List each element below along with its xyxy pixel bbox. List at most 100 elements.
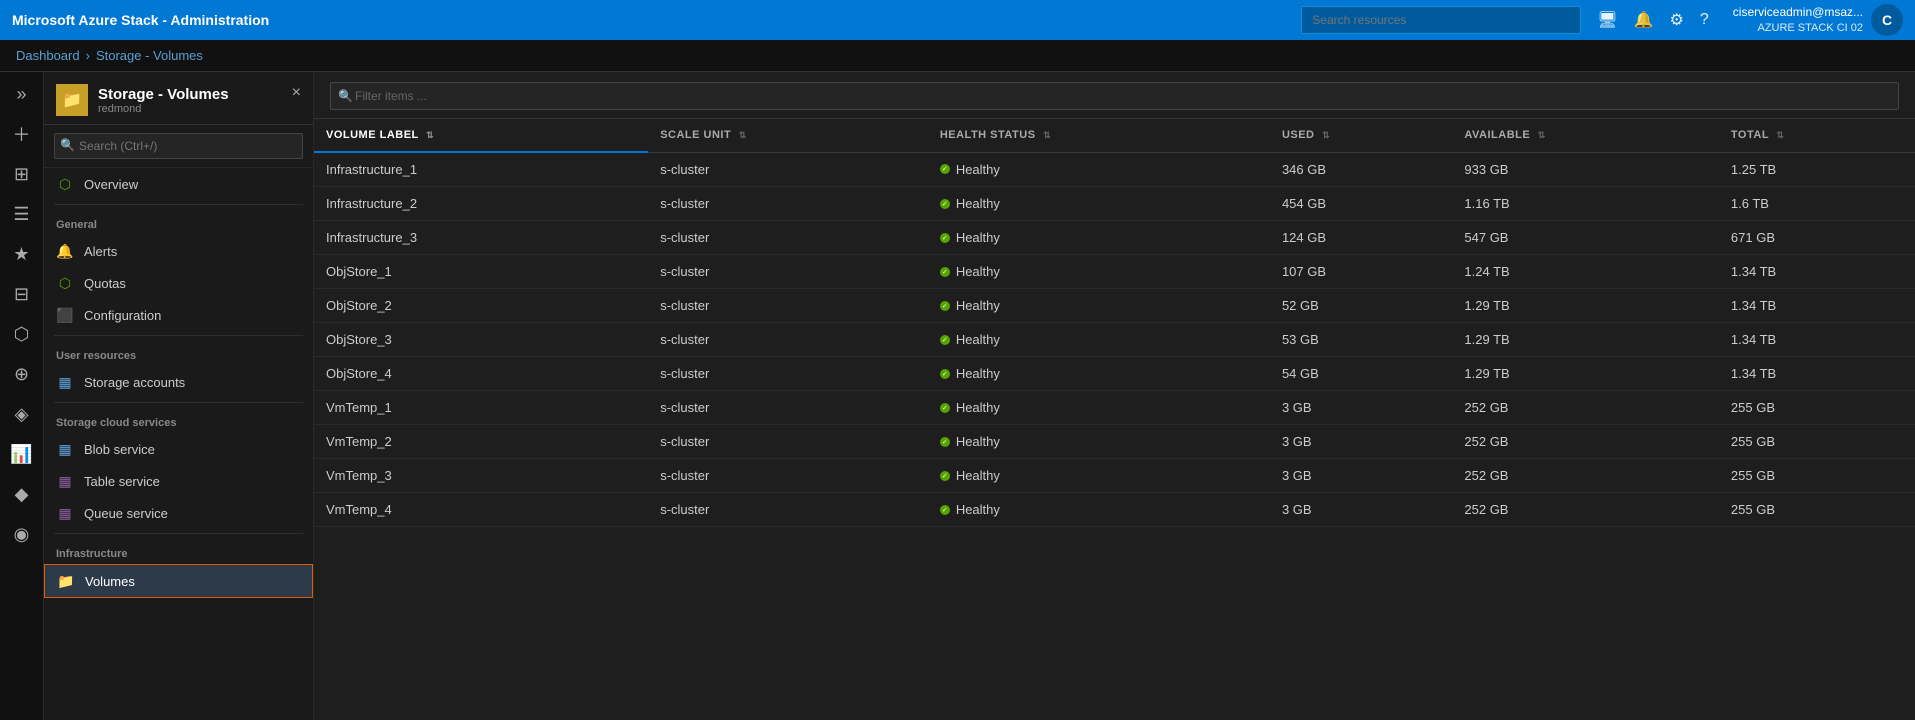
cell-volume-label: Infrastructure_3 [314,221,648,255]
health-dot [940,199,950,209]
table-row[interactable]: Infrastructure_2 s-cluster Healthy 454 G… [314,187,1915,221]
filter-input[interactable] [330,82,1899,110]
table-row[interactable]: ObjStore_2 s-cluster Healthy 52 GB 1.29 … [314,289,1915,323]
user-name: ciserviceadmin@msaz... [1733,4,1863,21]
col-header-used[interactable]: USED ⇅ [1270,119,1452,152]
sidebar-icon-recent[interactable]: ⊟ [4,276,40,312]
sidebar-icon-services[interactable]: ⊕ [4,356,40,392]
col-header-scale-unit[interactable]: SCALE UNIT ⇅ [648,119,928,152]
col-header-total[interactable]: TOTAL ⇅ [1719,119,1915,152]
divider-user-resources [54,335,303,336]
table-row[interactable]: ObjStore_1 s-cluster Healthy 107 GB 1.24… [314,255,1915,289]
cell-available: 252 GB [1452,391,1719,425]
divider-infrastructure [54,533,303,534]
cell-total: 1.34 TB [1719,289,1915,323]
health-label: Healthy [956,502,1000,517]
sort-arrow-available: ⇅ [1538,130,1546,140]
table-row[interactable]: Infrastructure_3 s-cluster Healthy 124 G… [314,221,1915,255]
sidebar-item-queue-service[interactable]: ▦ Queue service [44,497,313,529]
sidebar-icon-all-services[interactable]: ☰ [4,196,40,232]
avatar[interactable]: C [1871,4,1903,36]
content-area: 🔍 VOLUME LABEL ⇅ SCALE UNIT ⇅ HEALTH S [314,72,1915,720]
cell-volume-label: VmTemp_4 [314,493,648,527]
health-label: Healthy [956,366,1000,381]
help-icon[interactable]: ? [1700,11,1709,29]
sidebar-item-label-blob-service: Blob service [84,442,155,457]
cell-total: 255 GB [1719,391,1915,425]
cell-scale-unit: s-cluster [648,493,928,527]
cell-available: 1.29 TB [1452,323,1719,357]
breadcrumb-dashboard[interactable]: Dashboard [16,48,80,63]
cell-volume-label: VmTemp_2 [314,425,648,459]
sort-arrow-volume: ⇅ [426,130,434,140]
sidebar-icon-dashboard[interactable]: ⊞ [4,156,40,192]
sidebar-item-blob-service[interactable]: ▦ Blob service [44,433,313,465]
sidebar-icon-expand[interactable]: » [4,76,40,112]
user-menu[interactable]: ciserviceadmin@msaz... AZURE STACK CI 02… [1733,4,1903,36]
blob-service-icon: ▦ [56,440,74,458]
table-row[interactable]: VmTemp_4 s-cluster Healthy 3 GB 252 GB 2… [314,493,1915,527]
col-header-health-status[interactable]: HEALTH STATUS ⇅ [928,119,1270,152]
table-wrap: VOLUME LABEL ⇅ SCALE UNIT ⇅ HEALTH STATU… [314,119,1915,720]
health-dot [940,403,950,413]
cell-health-status: Healthy [928,323,1270,357]
volumes-icon: 📁 [57,572,75,590]
close-button[interactable]: × [292,84,301,102]
cell-volume-label: VmTemp_1 [314,391,648,425]
cell-health-status: Healthy [928,425,1270,459]
sidebar-icon-monitor[interactable]: 📊 [4,436,40,472]
sidebar-item-volumes[interactable]: 📁 Volumes [44,564,313,598]
cell-used: 454 GB [1270,187,1452,221]
filter-wrap: 🔍 [330,82,1899,110]
table-row[interactable]: VmTemp_1 s-cluster Healthy 3 GB 252 GB 2… [314,391,1915,425]
sidebar-item-storage-accounts[interactable]: ▦ Storage accounts [44,366,313,398]
divider-general [54,204,303,205]
search-input[interactable] [1301,6,1581,34]
sidebar-item-label-table-service: Table service [84,474,160,489]
sort-arrow-health: ⇅ [1043,130,1051,140]
sidebar-icon-new[interactable]: ＋ [4,116,40,152]
cell-used: 3 GB [1270,459,1452,493]
cell-health-status: Healthy [928,391,1270,425]
bell-icon[interactable]: 🔔 [1634,10,1654,30]
section-label-general: General [44,209,313,235]
sidebar-item-overview[interactable]: ⬡ Overview [44,168,313,200]
page-title: Storage - Volumes [98,86,229,103]
cell-total: 1.34 TB [1719,255,1915,289]
cell-used: 107 GB [1270,255,1452,289]
section-label-user-resources: User resources [44,340,313,366]
col-header-volume-label[interactable]: VOLUME LABEL ⇅ [314,119,648,152]
sidebar-item-table-service[interactable]: ▦ Table service [44,465,313,497]
sidebar-item-configuration[interactable]: ⬛ Configuration [44,299,313,331]
settings-icon[interactable]: ⚙ [1670,10,1684,30]
table-row[interactable]: Infrastructure_1 s-cluster Healthy 346 G… [314,152,1915,187]
sort-arrow-total: ⇅ [1776,130,1784,140]
table-row[interactable]: VmTemp_3 s-cluster Healthy 3 GB 252 GB 2… [314,459,1915,493]
sidebar-icon-favorites[interactable]: ★ [4,236,40,272]
cell-scale-unit: s-cluster [648,289,928,323]
table-row[interactable]: ObjStore_4 s-cluster Healthy 54 GB 1.29 … [314,357,1915,391]
left-nav: 📁 Storage - Volumes redmond × 🔍 ⬡ Overvi… [44,72,314,720]
sidebar-item-quotas[interactable]: ⬡ Quotas [44,267,313,299]
nav-search-input[interactable] [54,133,303,159]
table-row[interactable]: ObjStore_3 s-cluster Healthy 53 GB 1.29 … [314,323,1915,357]
portal-icon[interactable]: 🖥 [1597,10,1617,30]
health-label: Healthy [956,332,1000,347]
sidebar-icon-marketplace[interactable]: ◈ [4,396,40,432]
cell-scale-unit: s-cluster [648,425,928,459]
sidebar-item-alerts[interactable]: 🔔 Alerts [44,235,313,267]
table-row[interactable]: VmTemp_2 s-cluster Healthy 3 GB 252 GB 2… [314,425,1915,459]
queue-service-icon: ▦ [56,504,74,522]
cell-available: 252 GB [1452,459,1719,493]
content-toolbar: 🔍 [314,72,1915,119]
cell-total: 1.34 TB [1719,323,1915,357]
cell-health-status: Healthy [928,459,1270,493]
health-dot [940,233,950,243]
cell-volume-label: VmTemp_3 [314,459,648,493]
sidebar-icon-resource-groups[interactable]: ⬡ [4,316,40,352]
sidebar-icon-deployments[interactable]: ◉ [4,516,40,552]
sidebar-icon-extensions[interactable]: ◆ [4,476,40,512]
cell-scale-unit: s-cluster [648,221,928,255]
col-header-available[interactable]: AVAILABLE ⇅ [1452,119,1719,152]
cell-available: 1.29 TB [1452,357,1719,391]
